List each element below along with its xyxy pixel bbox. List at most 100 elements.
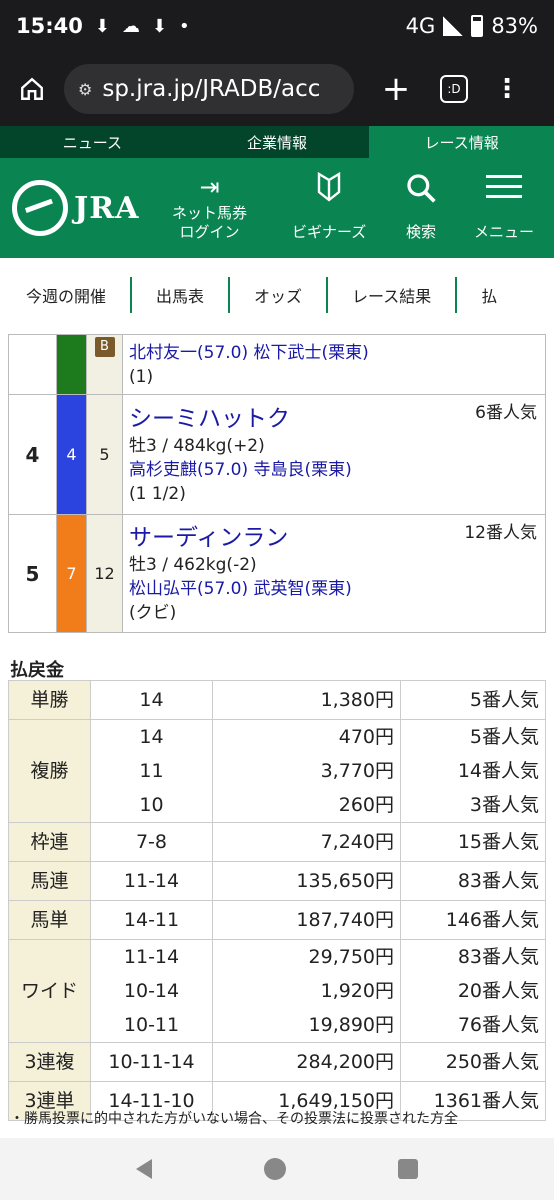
tab-news[interactable]: ニュース [0, 126, 185, 158]
payout-amount: 260円 [212, 788, 401, 823]
home-nav-icon[interactable] [264, 1158, 286, 1180]
payout-amount: 19,890円 [212, 1008, 401, 1043]
more-options-icon[interactable]: ⋮ [494, 76, 520, 102]
payout-amount: 29,750円 [212, 939, 401, 974]
tab-switcher-button[interactable]: :D [440, 75, 468, 103]
popularity-text: 6番人気 [475, 403, 537, 423]
payout-amount: 284,200円 [212, 1042, 401, 1082]
margin-text: (クビ) [129, 602, 177, 623]
download-icon: ⬇ [94, 15, 110, 37]
payout-combination: 7-8 [90, 822, 213, 862]
jockey-link[interactable]: 高杉吏麒(57.0) [129, 460, 248, 480]
menu-button[interactable]: メニュー [474, 172, 534, 242]
payout-type: 単勝 [8, 680, 91, 720]
weather-icon: ☁ [121, 15, 140, 37]
jockey-link[interactable]: 松山弘平(57.0) [129, 579, 248, 599]
login-button[interactable]: ⇥ ネット馬券 ログイン [172, 172, 247, 242]
payout-row: 単勝 14 1,380円 5番人気 [8, 680, 546, 720]
payout-amount: 1,380円 [212, 680, 401, 720]
payout-combination: 14 [90, 719, 213, 754]
race-results-table: B 北村友一(57.0) 松下武士(栗東) (1) 4 4 5 シーミハットク … [8, 334, 546, 633]
payout-type: ワイド [8, 939, 91, 1043]
horse-info-cell: サーディンラン 12番人気 牡3 / 462kg(-2) 松山弘平(57.0) … [122, 514, 546, 633]
blinker-badge: B [94, 337, 115, 357]
search-icon [405, 172, 437, 204]
waku-cell: 7 [56, 514, 87, 633]
payout-row: 馬単 14-11 187,740円 146番人気 [8, 900, 546, 940]
network-label: 4G [405, 14, 436, 38]
signal-icon [443, 16, 464, 36]
rank-cell [8, 334, 57, 395]
system-nav-bar [0, 1138, 554, 1200]
search-button[interactable]: 検索 [405, 172, 437, 242]
payout-popularity: 83番人気 [400, 939, 546, 974]
beginners-button[interactable]: ビギナーズ [292, 171, 366, 242]
payout-amount: 135,650円 [212, 861, 401, 901]
recents-icon[interactable] [398, 1159, 418, 1179]
payout-row: 3連複 10-11-14 284,200円 250番人気 [8, 1042, 546, 1082]
subnav-results[interactable]: レース結果 [328, 277, 458, 313]
hamburger-icon [484, 172, 524, 204]
url-text: sp.jra.jp/JRADB/acc [102, 76, 321, 102]
status-time: 15:40 [16, 14, 83, 38]
payout-combination: 14 [90, 680, 213, 720]
payout-row: 複勝 14 470円 5番人気 [8, 719, 546, 823]
subnav-this-week[interactable]: 今週の開催 [0, 277, 133, 313]
back-icon[interactable] [136, 1159, 152, 1179]
payout-combination: 11-14 [90, 861, 213, 901]
sub-nav: 今週の開催 出馬表 オッズ レース結果 払 [0, 266, 554, 324]
payout-amount: 7,240円 [212, 822, 401, 862]
payout-combination: 10 [90, 788, 213, 823]
payout-popularity: 5番人気 [400, 719, 546, 754]
trainer-link[interactable]: 武英智(栗東) [254, 579, 352, 599]
payout-popularity: 20番人気 [400, 974, 546, 1008]
download-icon: ⬇ [151, 15, 168, 37]
margin-text: (1) [129, 366, 154, 387]
table-row: B 北村友一(57.0) 松下武士(栗東) (1) [8, 334, 546, 395]
payout-combination: 11 [90, 754, 213, 788]
rank-cell: 5 [8, 514, 57, 633]
browser-toolbar: ⚙ sp.jra.jp/JRADB/acc + :D ⋮ [0, 52, 554, 126]
payout-title: 払戻金 [10, 660, 64, 681]
battery-label: 83% [491, 14, 538, 38]
jockey-link[interactable]: 北村友一(57.0) [129, 343, 248, 363]
battery-icon [471, 15, 484, 37]
payout-type: 3連複 [8, 1042, 91, 1082]
subnav-entries[interactable]: 出馬表 [132, 277, 231, 313]
site-settings-icon[interactable]: ⚙ [78, 80, 92, 99]
payout-amount: 470円 [212, 719, 401, 754]
home-icon [21, 77, 43, 100]
payout-popularity: 15番人気 [400, 822, 546, 862]
top-nav: ニュース 企業情報 レース情報 [0, 126, 554, 158]
tab-corporate[interactable]: 企業情報 [185, 126, 370, 158]
payout-combination: 14-11 [90, 900, 213, 940]
waku-cell [56, 334, 87, 395]
payout-type: 馬単 [8, 900, 91, 940]
new-tab-button[interactable]: + [376, 69, 416, 109]
jra-logo[interactable]: JRA [12, 180, 139, 236]
payout-amount: 3,770円 [212, 754, 401, 788]
trainer-link[interactable]: 松下武士(栗東) [254, 343, 369, 363]
umaban-cell: B [86, 334, 123, 395]
payout-combination: 10-11 [90, 1008, 213, 1043]
dot-icon: • [179, 15, 190, 37]
popularity-text: 12番人気 [464, 523, 537, 543]
rank-cell: 4 [8, 394, 57, 515]
payout-type: 複勝 [8, 719, 91, 823]
waku-cell: 4 [56, 394, 87, 515]
payout-amount: 1,920円 [212, 974, 401, 1008]
subnav-odds[interactable]: オッズ [230, 277, 329, 313]
login-icon: ⇥ [199, 173, 220, 201]
url-bar[interactable]: ⚙ sp.jra.jp/JRADB/acc [64, 64, 354, 114]
subnav-payout[interactable]: 払 [457, 277, 521, 313]
trainer-link[interactable]: 寺島良(栗東) [254, 460, 352, 480]
payout-combination: 10-14 [90, 974, 213, 1008]
payout-popularity: 3番人気 [400, 788, 546, 823]
payout-row: 枠連 7-8 7,240円 15番人気 [8, 822, 546, 862]
payout-popularity: 5番人気 [400, 680, 546, 720]
home-button[interactable] [10, 67, 54, 111]
payout-row: 馬連 11-14 135,650円 83番人気 [8, 861, 546, 901]
payout-type: 馬連 [8, 861, 91, 901]
payout-popularity: 76番人気 [400, 1008, 546, 1043]
tab-race-info[interactable]: レース情報 [369, 126, 554, 158]
